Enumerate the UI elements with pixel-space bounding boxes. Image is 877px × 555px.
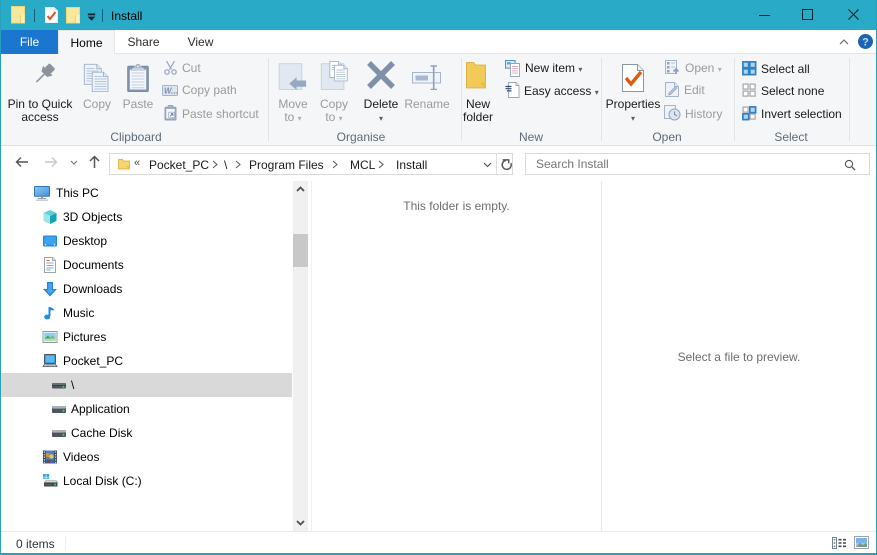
svg-text:?: ? — [862, 37, 869, 49]
